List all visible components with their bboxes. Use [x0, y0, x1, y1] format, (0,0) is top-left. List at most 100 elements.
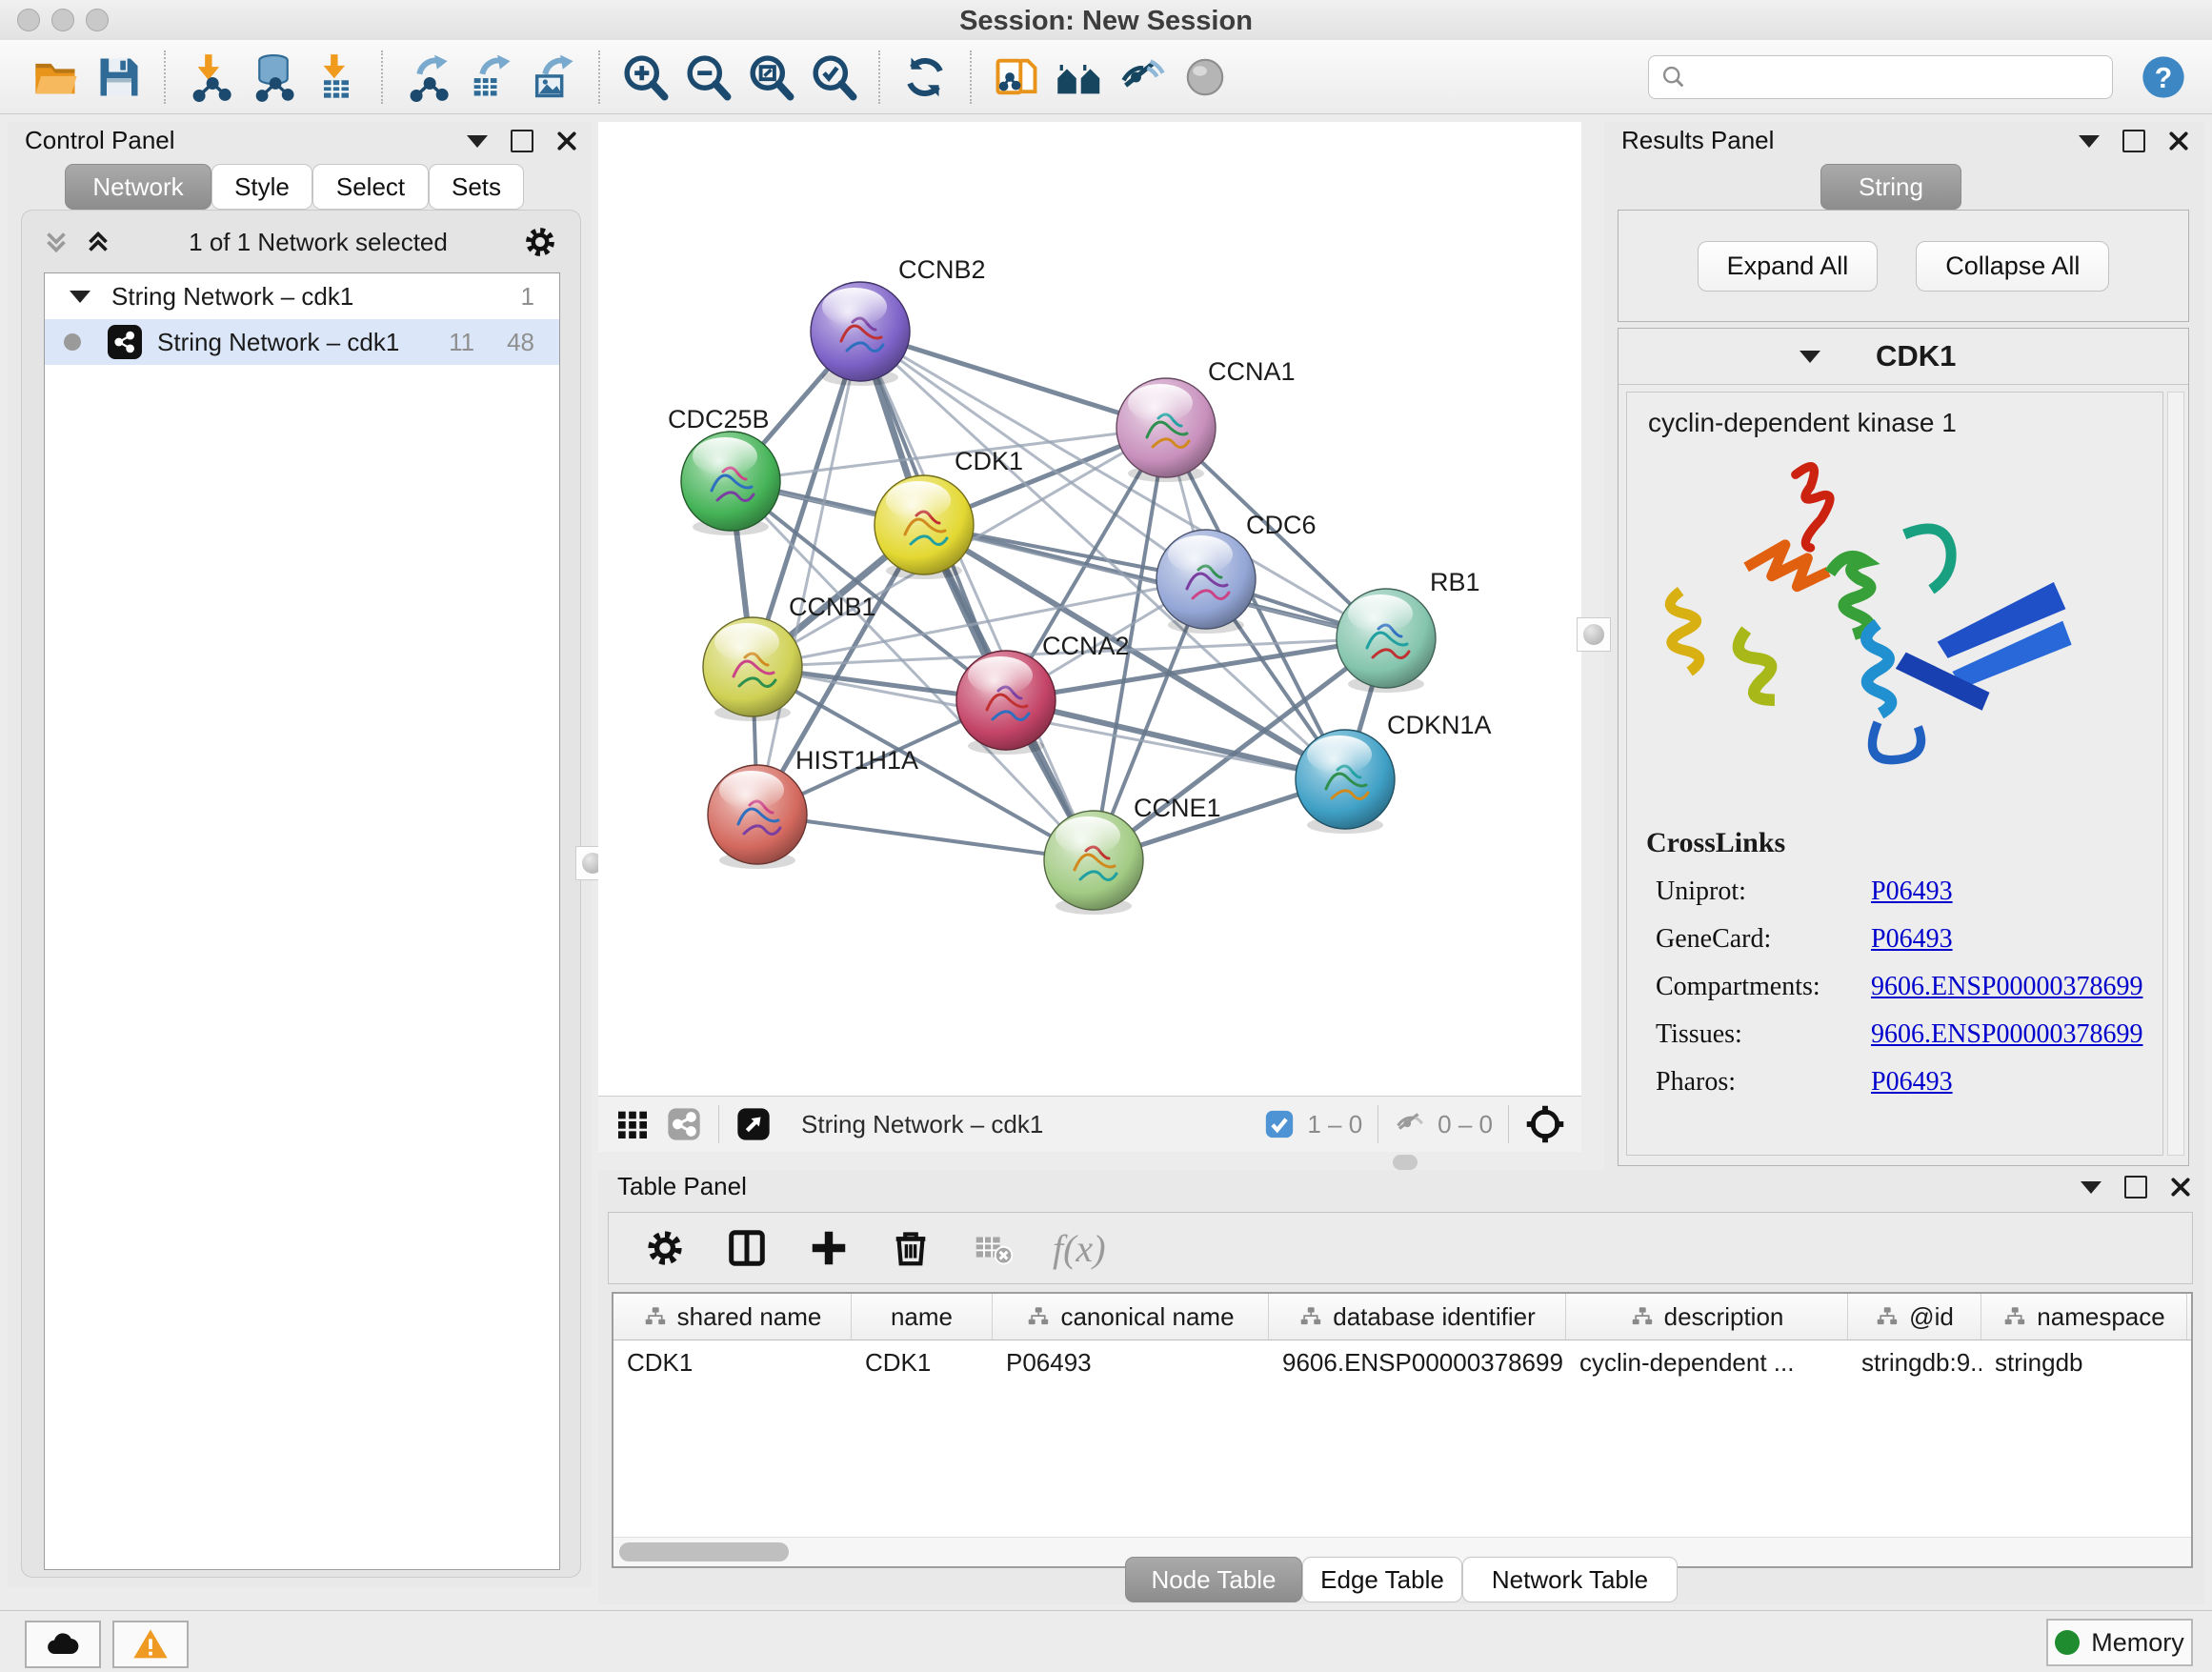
gear-icon[interactable] [522, 224, 558, 260]
hide-selected-icon[interactable] [1117, 52, 1167, 102]
table-cell[interactable]: 9606.ENSP00000378699 [1269, 1348, 1566, 1378]
column-header-description[interactable]: description [1566, 1294, 1848, 1340]
toolbar-separator [164, 50, 166, 104]
cloud-button[interactable] [25, 1621, 101, 1668]
import-network-icon[interactable] [186, 52, 235, 102]
edge-CCNB2-CCNE1[interactable] [860, 332, 1094, 860]
search-box[interactable] [1648, 55, 2113, 99]
table-cell[interactable]: P06493 [993, 1348, 1269, 1378]
tab-network[interactable]: Network [65, 164, 211, 210]
column-tree-icon [1026, 1304, 1051, 1329]
crosslink-link[interactable]: 9606.ENSP00000378699 [1871, 972, 2142, 1002]
hidden-eye-icon[interactable] [1394, 1107, 1428, 1141]
tab-edge-table[interactable]: Edge Table [1302, 1557, 1462, 1602]
tab-style[interactable]: Style [211, 164, 312, 210]
column-header-shared-name[interactable]: shared name [613, 1294, 852, 1340]
panel-close-icon[interactable] [556, 131, 577, 151]
delete-column-icon[interactable] [889, 1226, 933, 1270]
results-menu-icon[interactable] [2079, 135, 2100, 148]
column-header-name[interactable]: name [852, 1294, 993, 1340]
import-table-icon[interactable] [312, 52, 361, 102]
tab-select[interactable]: Select [312, 164, 429, 210]
table-row[interactable]: CDK1CDK1P064939606.ENSP00000378699cyclin… [613, 1340, 2191, 1384]
results-scrollbar[interactable] [2167, 392, 2184, 1156]
gene-section-header[interactable]: CDK1 [1619, 329, 2188, 385]
edge-count: 48 [507, 328, 534, 357]
show-columns-icon[interactable] [725, 1226, 769, 1270]
table-panel-title: Table Panel [617, 1172, 747, 1201]
table-cell[interactable]: cyclin-dependent ... [1566, 1348, 1848, 1378]
grid-view-icon[interactable] [613, 1105, 652, 1143]
expand-all-button[interactable]: Expand All [1698, 241, 1879, 292]
panel-menu-icon[interactable] [467, 135, 488, 148]
table-cell[interactable]: CDK1 [852, 1348, 993, 1378]
column-header-canonical-name[interactable]: canonical name [993, 1294, 1269, 1340]
column-header-database-identifier[interactable]: database identifier [1269, 1294, 1566, 1340]
table-close-icon[interactable] [2170, 1177, 2191, 1198]
crosslink-link[interactable]: P06493 [1871, 1067, 1953, 1098]
export-network-icon[interactable] [403, 52, 452, 102]
table-float-icon[interactable] [2124, 1176, 2147, 1199]
birdseye-view-icon[interactable] [734, 1105, 773, 1143]
home-icon[interactable] [1055, 52, 1104, 102]
save-session-icon[interactable] [94, 52, 144, 102]
import-database-icon[interactable] [249, 52, 298, 102]
network-share-icon[interactable] [665, 1105, 703, 1143]
refresh-layout-icon[interactable] [900, 52, 950, 102]
horizontal-splitter-handle[interactable] [1393, 1155, 1418, 1170]
network-node-CDKN1A[interactable]: CDKN1A [1296, 711, 1492, 834]
zoom-in-icon[interactable] [620, 52, 670, 102]
network-collection-row[interactable]: String Network – cdk1 1 [45, 273, 559, 319]
network-graph[interactable]: CCNB2CCNA1CDC25BCDK1CDC6RB1CCNB1CCNA2CDK… [598, 122, 1581, 1096]
tab-sets[interactable]: Sets [429, 164, 524, 210]
zoom-fit-icon[interactable] [746, 52, 795, 102]
crosslink-link[interactable]: P06493 [1871, 924, 1953, 955]
tab-node-table[interactable]: Node Table [1125, 1557, 1302, 1602]
collapse-all-icon[interactable] [40, 226, 72, 258]
zoom-out-icon[interactable] [683, 52, 733, 102]
network-canvas[interactable]: CCNB2CCNA1CDC25BCDK1CDC6RB1CCNB1CCNA2CDK… [598, 122, 1581, 1096]
results-close-icon[interactable] [2168, 131, 2189, 151]
add-column-icon[interactable] [807, 1226, 851, 1270]
expand-all-icon[interactable] [82, 226, 114, 258]
copy-network-icon[interactable] [992, 52, 1041, 102]
table-cell[interactable]: CDK1 [613, 1348, 852, 1378]
crosshair-icon[interactable] [1524, 1103, 1566, 1145]
collapse-all-button[interactable]: Collapse All [1916, 241, 2109, 292]
table-cell[interactable]: stringdb:9... [1848, 1348, 1981, 1378]
memory-button[interactable]: Memory [2046, 1619, 2193, 1666]
column-header-namespace[interactable]: namespace [1981, 1294, 2187, 1340]
column-header-@id[interactable]: @id [1848, 1294, 1981, 1340]
table-menu-icon[interactable] [2081, 1181, 2101, 1194]
tab-network-table[interactable]: Network Table [1462, 1557, 1678, 1602]
help-icon[interactable]: ? [2140, 53, 2187, 101]
table-header-row: shared namenamecanonical name database id… [613, 1294, 2191, 1340]
network-row-selected[interactable]: String Network – cdk1 11 48 [45, 319, 559, 365]
warning-button[interactable] [112, 1621, 189, 1668]
table-cell[interactable]: stringdb [1981, 1348, 2187, 1378]
network-node-CDC25B[interactable]: CDC25B [668, 405, 780, 535]
crosslink-link[interactable]: 9606.ENSP00000378699 [1871, 1019, 2142, 1050]
open-file-icon[interactable] [31, 52, 81, 102]
network-node-HIST1H1A[interactable]: HIST1H1A [708, 746, 918, 869]
tree-expand-icon[interactable] [70, 291, 90, 303]
export-image-icon[interactable] [529, 52, 578, 102]
crosslink-link[interactable]: P06493 [1871, 876, 1953, 907]
network-node-RB1[interactable]: RB1 [1337, 568, 1480, 693]
selected-checkbox-icon[interactable] [1263, 1108, 1296, 1140]
gene-collapse-icon[interactable] [1800, 351, 1820, 363]
network-node-CDK1[interactable]: CDK1 [875, 447, 1023, 579]
right-splitter-handle[interactable] [1577, 617, 1611, 652]
export-table-icon[interactable] [466, 52, 515, 102]
edge-CCNA2-CDKN1A[interactable] [1006, 700, 1345, 779]
search-input[interactable] [1697, 62, 2101, 91]
show-all-icon[interactable] [1180, 52, 1230, 102]
table-gear-icon[interactable] [643, 1226, 687, 1270]
zoom-selected-icon[interactable] [809, 52, 858, 102]
results-float-icon[interactable] [2122, 130, 2145, 152]
column-header-label: database identifier [1333, 1302, 1535, 1332]
tab-string[interactable]: String [1820, 164, 1961, 210]
memory-status-dot [2055, 1630, 2080, 1655]
edge-HIST1H1A-CCNE1[interactable] [757, 815, 1094, 860]
panel-float-icon[interactable] [511, 130, 533, 152]
